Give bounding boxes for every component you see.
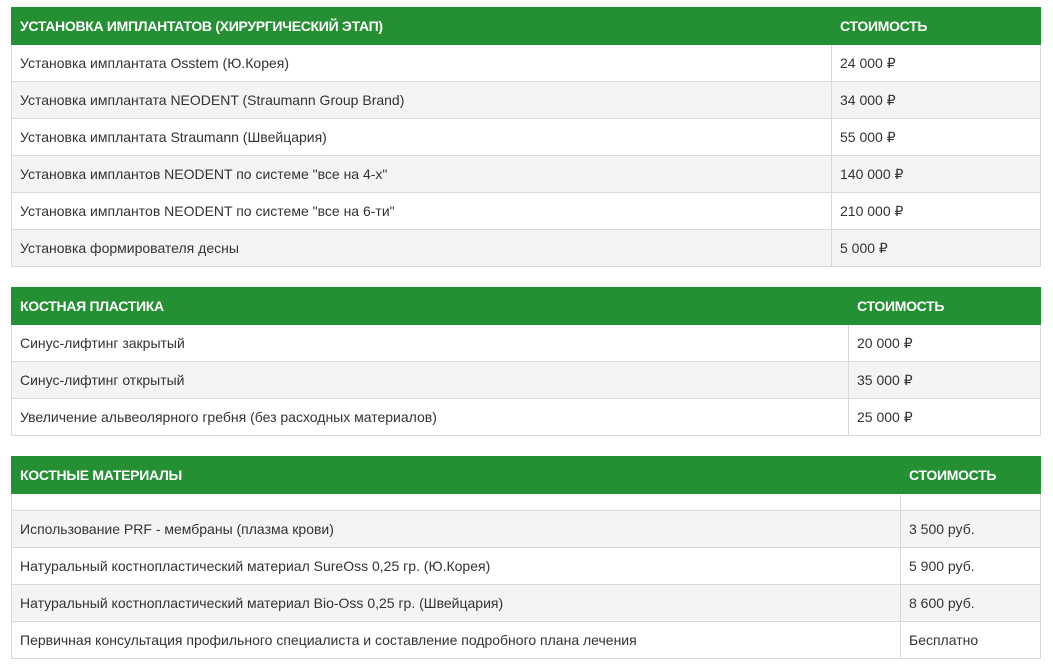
bone-materials-table: КОСТНЫЕ МАТЕРИАЛЫ СТОИМОСТЬ Использовани… <box>11 456 1041 659</box>
service-price: 34 000 ₽ <box>831 81 1041 119</box>
service-name: Установка имплантата Straumann (Швейцари… <box>11 118 832 156</box>
service-price: 3 500 руб. <box>900 510 1041 548</box>
service-name: Увеличение альвеолярного гребня (без рас… <box>11 398 849 436</box>
service-price <box>900 493 1041 511</box>
bone-grafting-table: КОСТНАЯ ПЛАСТИКА СТОИМОСТЬ Синус-лифтинг… <box>11 287 1041 436</box>
service-name: Установка имплантата Osstem (Ю.Корея) <box>11 44 832 82</box>
service-price: 35 000 ₽ <box>848 361 1041 399</box>
service-name: Натуральный костнопластический материал … <box>11 584 901 622</box>
table-title: КОСТНАЯ ПЛАСТИКА <box>11 287 849 325</box>
service-name: Установка имплантов NEODENT по системе "… <box>11 155 832 193</box>
table-row: Натуральный костнопластический материал … <box>11 547 1041 585</box>
table-row: Установка имплантата Osstem (Ю.Корея) 24… <box>11 44 1041 82</box>
service-price: 140 000 ₽ <box>831 155 1041 193</box>
table-row: Использование PRF - мембраны (плазма кро… <box>11 510 1041 548</box>
price-column-header: СТОИМОСТЬ <box>900 456 1041 494</box>
service-price: Бесплатно <box>900 621 1041 659</box>
table-row: Увеличение альвеолярного гребня (без рас… <box>11 398 1041 436</box>
table-header-row: КОСТНЫЕ МАТЕРИАЛЫ СТОИМОСТЬ <box>11 456 1041 494</box>
table-row: Синус-лифтинг закрытый 20 000 ₽ <box>11 324 1041 362</box>
service-price: 24 000 ₽ <box>831 44 1041 82</box>
table-row: Установка имплантов NEODENT по системе "… <box>11 155 1041 193</box>
price-column-header: СТОИМОСТЬ <box>831 7 1041 45</box>
service-price: 8 600 руб. <box>900 584 1041 622</box>
service-price: 210 000 ₽ <box>831 192 1041 230</box>
service-price: 55 000 ₽ <box>831 118 1041 156</box>
service-price: 25 000 ₽ <box>848 398 1041 436</box>
table-row: Установка имплантата Straumann (Швейцари… <box>11 118 1041 156</box>
table-row: Синус-лифтинг открытый 35 000 ₽ <box>11 361 1041 399</box>
service-price: 20 000 ₽ <box>848 324 1041 362</box>
table-header-row: КОСТНАЯ ПЛАСТИКА СТОИМОСТЬ <box>11 287 1041 325</box>
table-title: КОСТНЫЕ МАТЕРИАЛЫ <box>11 456 901 494</box>
table-row: Установка имплантов NEODENT по системе "… <box>11 192 1041 230</box>
price-column-header: СТОИМОСТЬ <box>848 287 1041 325</box>
service-name: Установка имплантов NEODENT по системе "… <box>11 192 832 230</box>
service-price: 5 000 ₽ <box>831 229 1041 267</box>
service-name <box>11 493 901 511</box>
table-row: Установка имплантата NEODENT (Straumann … <box>11 81 1041 119</box>
table-title: УСТАНОВКА ИМПЛАНТАТОВ (ХИРУРГИЧЕСКИЙ ЭТА… <box>11 7 832 45</box>
service-name: Синус-лифтинг открытый <box>11 361 849 399</box>
service-name: Установка формирователя десны <box>11 229 832 267</box>
table-row: Установка формирователя десны 5 000 ₽ <box>11 229 1041 267</box>
service-name: Установка имплантата NEODENT (Straumann … <box>11 81 832 119</box>
service-name: Первичная консультация профильного специ… <box>11 621 901 659</box>
service-name: Натуральный костнопластический материал … <box>11 547 901 585</box>
implant-installation-table: УСТАНОВКА ИМПЛАНТАТОВ (ХИРУРГИЧЕСКИЙ ЭТА… <box>11 7 1041 267</box>
service-price: 5 900 руб. <box>900 547 1041 585</box>
table-header-row: УСТАНОВКА ИМПЛАНТАТОВ (ХИРУРГИЧЕСКИЙ ЭТА… <box>11 7 1041 45</box>
table-row <box>11 493 1041 511</box>
table-row: Первичная консультация профильного специ… <box>11 621 1041 659</box>
table-row: Натуральный костнопластический материал … <box>11 584 1041 622</box>
service-name: Использование PRF - мембраны (плазма кро… <box>11 510 901 548</box>
service-name: Синус-лифтинг закрытый <box>11 324 849 362</box>
